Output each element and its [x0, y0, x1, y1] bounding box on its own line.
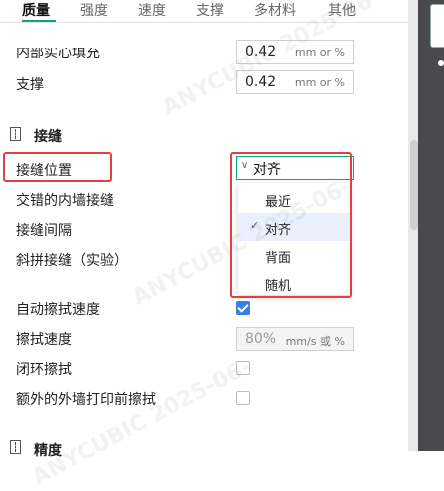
highlight-seam-position-label [3, 152, 112, 182]
viewport-toolbar-button[interactable] [430, 4, 444, 48]
field-unit: mm or % [294, 76, 345, 89]
field-value: 80% [245, 331, 277, 347]
label-internal-solid-infill: 内部实心填充 [16, 45, 100, 61]
auto-wipe-speed-checkbox[interactable] [236, 301, 250, 315]
label-extra-wipe-before-outer-wall: 额外的外墙打印前擦拭 [16, 392, 156, 408]
tab-quality[interactable]: 质量 [22, 0, 50, 20]
extra-wipe-checkbox[interactable] [236, 391, 250, 405]
label-wipe-speed: 擦拭速度 [16, 332, 72, 348]
seam-section-icon [10, 127, 21, 141]
label-seam-gap: 接缝间隔 [16, 223, 72, 239]
wipe-speed-field[interactable]: 80% mm/s 或 % [236, 327, 354, 351]
field-unit: mm/s 或 % [285, 335, 345, 348]
tab-multimaterial[interactable]: 多材料 [254, 0, 296, 20]
settings-scrollbar-thumb[interactable] [410, 140, 418, 230]
tab-support[interactable]: 支撑 [196, 0, 224, 20]
label-auto-wipe-speed: 自动擦拭速度 [16, 302, 100, 318]
seam-section-title: 接缝 [34, 129, 62, 145]
tab-speed[interactable]: 速度 [138, 0, 166, 20]
label-loop-wipe: 闭环擦拭 [16, 362, 72, 378]
tab-strength[interactable]: 强度 [80, 0, 108, 20]
viewport-dot-icon [438, 60, 444, 66]
viewport-panel [418, 0, 444, 451]
label-support: 支撑 [16, 77, 44, 93]
precision-section-icon [10, 440, 21, 454]
label-scarf-seam: 斜拼接缝（实验） [16, 253, 128, 269]
label-staggered-inner-seams: 交错的内墙接缝 [16, 193, 114, 209]
